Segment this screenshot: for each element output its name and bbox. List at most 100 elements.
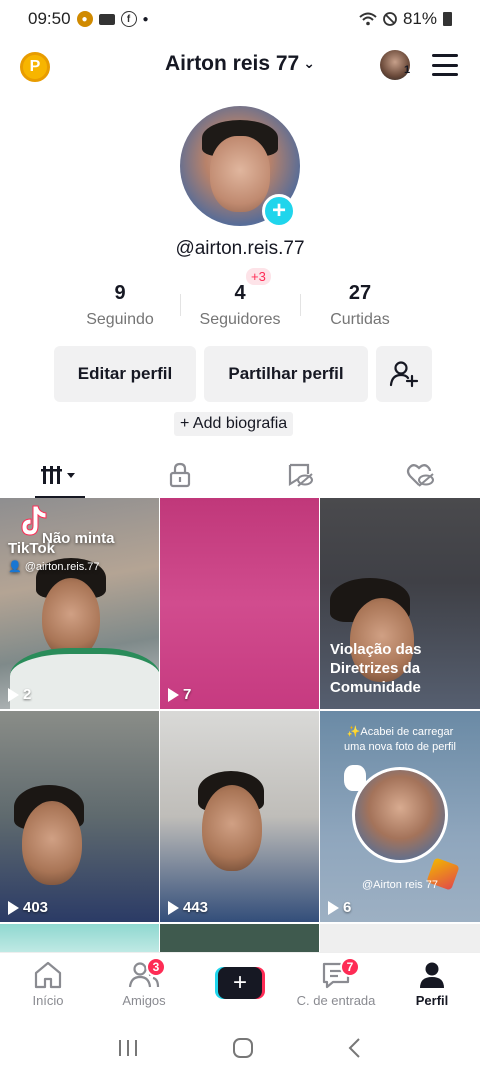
wifi-icon: [359, 12, 377, 26]
battery-icon: [443, 12, 452, 26]
add-user-icon: [389, 361, 419, 388]
menu-icon[interactable]: [432, 54, 458, 76]
create-button[interactable]: +: [215, 967, 265, 999]
following-count: 9: [114, 282, 126, 304]
video-thumbnail[interactable]: 403: [0, 711, 159, 922]
stat-followers[interactable]: 4 Seguidores: [180, 282, 300, 329]
status-time: 09:50: [28, 9, 71, 28]
thumb-shirt: [10, 648, 159, 709]
video-views-count: 403: [23, 899, 49, 916]
video-views-count: 7: [183, 686, 192, 703]
video-thumbnail[interactable]: TikTok Não minta 👤 @airton.reis.77 2: [0, 498, 159, 709]
reposts-hidden-icon: [288, 463, 313, 487]
followers-count: 4: [234, 282, 246, 304]
plus-icon: +: [218, 967, 262, 999]
dnd-icon: [383, 12, 397, 26]
system-nav-bar: [0, 1018, 480, 1078]
add-bio-button[interactable]: + Add biografia: [174, 412, 294, 436]
stat-likes[interactable]: 27 Curtidas: [300, 282, 420, 329]
nav-create[interactable]: +: [192, 953, 288, 1018]
avatar-face: [210, 136, 270, 212]
thumb-face: [202, 785, 262, 871]
video-views-count: 2: [23, 686, 32, 703]
likes-count: 27: [348, 282, 372, 304]
video-title: Não minta: [42, 530, 115, 547]
video-author-text: @airton.reis.77: [24, 561, 100, 573]
video-views-count: 6: [343, 899, 352, 916]
content-tabs: [0, 452, 480, 498]
home-button-icon[interactable]: [232, 1037, 254, 1059]
profile-actions: Editar perfil Partilhar perfil: [54, 346, 432, 402]
nav-profile-label: Perfil: [415, 993, 449, 1008]
play-icon: [8, 687, 19, 702]
video-grid: TikTok Não minta 👤 @airton.reis.77 2 7 V…: [0, 498, 480, 922]
likes-label: Curtidas: [330, 311, 390, 328]
inbox-badge: 7: [340, 957, 360, 977]
video-author: 👤 @airton.reis.77: [8, 560, 100, 573]
video-grid-next-row: [0, 924, 480, 952]
friends-badge: 3: [146, 957, 166, 977]
add-friends-button[interactable]: [376, 346, 432, 402]
video-thumbnail[interactable]: ✨Acabei de carregar uma nova foto de per…: [320, 711, 480, 922]
nav-inbox[interactable]: 7 C. de entrada: [288, 953, 384, 1018]
video-views: 6: [328, 899, 351, 916]
edit-profile-button[interactable]: Editar perfil: [54, 346, 196, 402]
video-thumbnail[interactable]: 443: [160, 711, 319, 922]
account-name: Airton reis 77: [165, 52, 300, 75]
add-avatar-button[interactable]: +: [262, 194, 296, 228]
nav-inbox-label: C. de entrada: [296, 993, 376, 1008]
thumb-face: [22, 801, 82, 885]
tab-reposts[interactable]: [240, 452, 360, 498]
stat-following[interactable]: 9 Seguindo: [60, 282, 180, 329]
back-icon[interactable]: [347, 1037, 363, 1059]
video-thumbnail[interactable]: [0, 924, 159, 952]
video-views: 7: [168, 686, 191, 703]
video-camera-icon: [98, 13, 115, 25]
profile-handle: @airton.reis.77: [175, 238, 305, 259]
video-views-count: 443: [183, 899, 209, 916]
video-views: 2: [8, 686, 31, 703]
bottom-nav: Início 3 Amigos + 7 C. de entrada Perfil: [0, 952, 480, 1018]
account-count-badge: 1: [404, 64, 411, 76]
battery-percent: 81%: [402, 9, 437, 28]
pinterest-like-icon: ●: [76, 11, 93, 27]
profile-icon: [420, 962, 444, 988]
tab-private[interactable]: [120, 452, 240, 498]
lock-icon: [169, 462, 191, 488]
followers-label: Seguidores: [199, 311, 281, 328]
guideline-violation-notice: Violação das Diretrizes da Comunidade: [330, 641, 422, 696]
user-icon: 👤: [8, 561, 22, 573]
liked-hidden-icon: [406, 464, 434, 487]
promo-text: ✨Acabei de carregar uma nova foto de per…: [344, 726, 456, 753]
promo-profile-photo: [352, 767, 448, 863]
play-icon: [328, 900, 339, 915]
videos-grid-icon: [41, 466, 75, 484]
thumb-face: [42, 578, 100, 658]
following-label: Seguindo: [86, 311, 154, 328]
video-thumbnail[interactable]: [320, 924, 480, 952]
tab-videos[interactable]: [0, 452, 120, 498]
nav-friends-label: Amigos: [122, 993, 166, 1008]
promo-handle: @Airton reis 77: [362, 879, 438, 891]
status-bar: 09:50 ● f ● 81%: [0, 0, 480, 38]
facebook-icon: f: [120, 11, 137, 27]
video-views: 403: [8, 899, 48, 916]
video-thumbnail[interactable]: [160, 924, 319, 952]
video-thumbnail[interactable]: Violação das Diretrizes da Comunidade: [320, 498, 480, 709]
play-icon: [8, 900, 19, 915]
share-profile-button[interactable]: Partilhar perfil: [204, 346, 368, 402]
nav-home-label: Início: [32, 993, 64, 1008]
video-thumbnail[interactable]: 7: [160, 498, 319, 709]
chevron-down-icon: ⌄: [303, 55, 315, 71]
nav-profile[interactable]: Perfil: [384, 953, 480, 1018]
home-icon: [34, 961, 62, 989]
profile-stats: 9 Seguindo 4 Seguidores 27 Curtidas: [60, 282, 420, 329]
tab-liked[interactable]: [360, 452, 480, 498]
nav-friends[interactable]: 3 Amigos: [96, 953, 192, 1018]
recent-apps-icon[interactable]: [117, 1038, 139, 1058]
video-views: 443: [168, 899, 208, 916]
play-icon: [168, 900, 179, 915]
dot-icon: ●: [142, 13, 149, 25]
nav-home[interactable]: Início: [0, 953, 96, 1018]
play-icon: [168, 687, 179, 702]
